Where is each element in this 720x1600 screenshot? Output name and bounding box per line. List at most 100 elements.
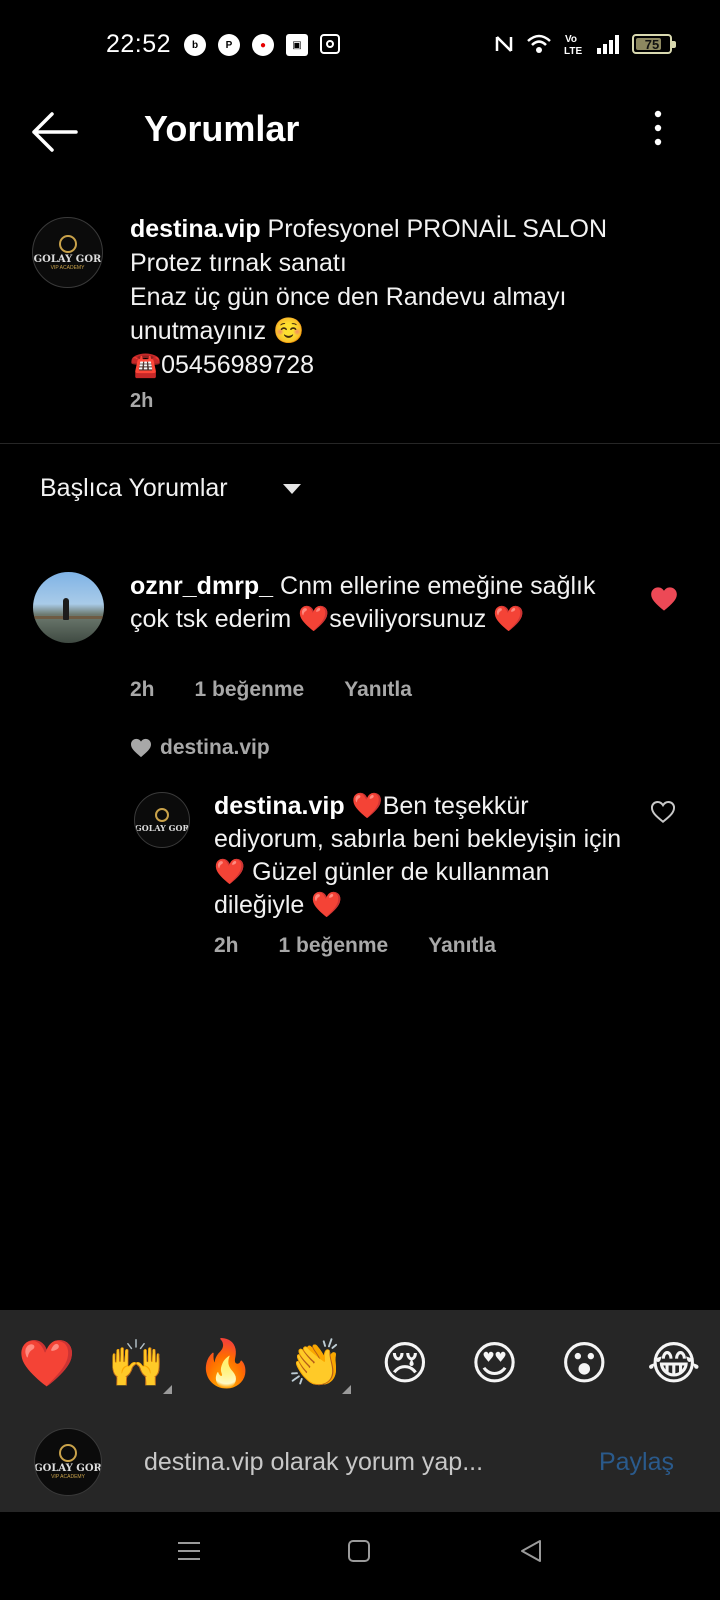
sort-dropdown[interactable]: Başlıca Yorumlar [40, 474, 301, 503]
heart-emoji: ❤️ [351, 792, 383, 820]
caret-down-icon [282, 483, 301, 494]
caption-text: destina.vip Profesyonel PRONAİL SALON Pr… [130, 212, 690, 382]
signal-icon [597, 35, 619, 54]
more-options-button[interactable] [648, 108, 668, 148]
arrow-left-icon [32, 112, 78, 152]
nfc-icon [495, 36, 513, 52]
comment-text: oznr_dmrp_ Cnm ellerine emeğine sağlık ç… [130, 570, 630, 636]
emoji-tears-of-joy[interactable]: 😂 [646, 1340, 702, 1386]
heart-outline-icon [650, 801, 676, 823]
status-app-icons: b P ● ▣ [184, 34, 340, 56]
emoji-red-heart[interactable]: ❤️ [18, 1340, 75, 1386]
comment: oznr_dmrp_ Cnm ellerine emeğine sağlık ç… [0, 564, 720, 714]
photo-figure [63, 598, 69, 620]
quick-emoji-bar: ❤️ 🙌 🔥 👏 😢 😍 😮 😂 [0, 1310, 720, 1416]
avatar-logo-subtext: VIP ACADEMY [51, 1474, 85, 1480]
emoji-raising-hands[interactable]: 🙌 [108, 1340, 172, 1394]
reply-button[interactable]: Yanıtla [344, 678, 412, 702]
logo-emblem-icon [155, 808, 169, 822]
triangle-back-icon [521, 1540, 541, 1562]
emoji-raising-hands-glyph: 🙌 [107, 1336, 165, 1390]
emoji-open-mouth[interactable]: 😮 [556, 1340, 612, 1386]
pinterest-icon: P [218, 34, 240, 56]
avatar-logo-text: GOLAY GOR [134, 823, 190, 833]
heart-emoji: ❤️ [214, 858, 246, 886]
avatar[interactable]: GOLAY GOR VIP ACADEMY [32, 217, 103, 288]
emoji-clapping-hands-glyph: 👏 [287, 1336, 345, 1390]
heart-filled-icon [131, 738, 151, 758]
reply-text: destina.vip ❤️Ben teşekkür ediyorum, sab… [214, 790, 634, 922]
comment-body-2: seviliyorsunuz [329, 605, 494, 633]
emoji-crying-face[interactable]: 😢 [377, 1340, 433, 1386]
comment-reply: GOLAY GOR destina.vip ❤️Ben teşekkür edi… [0, 790, 720, 970]
square-icon [348, 1540, 370, 1562]
reply-timestamp: 2h [214, 934, 239, 957]
status-indicators: Vo LTE 75 [494, 32, 676, 56]
logo-emblem-icon [59, 1444, 77, 1462]
caption-timestamp: 2h [130, 390, 154, 412]
avatar-logo-subtext: VIP ACADEMY [50, 264, 85, 271]
emoji-heart-eyes[interactable]: 😍 [467, 1340, 523, 1386]
skin-tone-indicator-icon [342, 1385, 352, 1394]
wifi-icon [527, 34, 551, 53]
avatar[interactable]: GOLAY GOR [134, 792, 190, 848]
share-button[interactable]: Paylaş [599, 1448, 674, 1477]
caption-line-5: ☎️05456989728 [130, 351, 315, 379]
bip-icon: b [184, 34, 206, 56]
box-icon: ▣ [286, 34, 308, 56]
status-time: 22:52 [106, 30, 172, 58]
liked-by-author: destina.vip [130, 736, 270, 760]
skin-tone-indicator-icon [162, 1385, 172, 1394]
caption-line-1: Profesyonel PRONAİL SALON [267, 215, 608, 243]
recent-apps-button[interactable] [176, 1538, 202, 1569]
page-title: Yorumlar [144, 108, 300, 149]
avatar-logo-text: GOLAY GOR [33, 253, 102, 265]
heart-emoji: ❤️ [311, 891, 343, 919]
system-nav-bar [0, 1512, 720, 1600]
caption-line-4: unutmayınız ☺️ [130, 317, 305, 345]
comment-meta: 2h 1 beğenme Yanıtla [130, 678, 412, 702]
caption-line-3: Enaz üç gün önce den Randevu almayı [130, 283, 567, 311]
caption-line-2: Protez tırnak sanatı [130, 249, 347, 277]
heart-filled-icon [651, 587, 677, 611]
battery-tip [672, 41, 676, 48]
liked-by-username: destina.vip [160, 736, 270, 759]
svg-text:Vo: Vo [565, 34, 577, 45]
comment-input[interactable] [144, 1440, 544, 1484]
likes-count-link[interactable]: 1 beğenme [195, 678, 305, 702]
emoji-clapping-hands[interactable]: 👏 [287, 1340, 352, 1394]
post-caption: GOLAY GOR VIP ACADEMY destina.vip Profes… [0, 200, 720, 444]
home-button[interactable] [346, 1538, 372, 1569]
volte-icon: VoLTE [564, 34, 582, 56]
avatar: GOLAY GOR VIP ACADEMY [34, 1428, 102, 1496]
reply-username[interactable]: destina.vip [214, 792, 345, 820]
reply-meta: 2h 1 beğenme Yanıtla [214, 934, 496, 958]
more-vertical-icon [654, 110, 662, 146]
back-nav-button[interactable] [518, 1538, 544, 1569]
comment-username[interactable]: oznr_dmrp_ [130, 572, 273, 600]
vodafone-icon: ● [252, 34, 274, 56]
battery-level: 75 [644, 36, 660, 52]
like-button[interactable] [650, 586, 678, 612]
status-bar: 22:52 b P ● ▣ Vo LTE 75 [0, 0, 720, 92]
sort-label: Başlıca Yorumlar [40, 474, 228, 502]
comment-composer: GOLAY GOR VIP ACADEMY Paylaş [0, 1416, 720, 1512]
likes-count-link[interactable]: 1 beğenme [279, 934, 389, 958]
emoji-fire[interactable]: 🔥 [197, 1340, 254, 1386]
heart-emoji: ❤️ [493, 605, 525, 633]
heart-emoji: ❤️ [298, 605, 330, 633]
avatar[interactable] [33, 572, 104, 643]
avatar-logo-text: GOLAY GOR [34, 1463, 102, 1474]
battery-icon: 75 [632, 34, 676, 54]
logo-emblem-icon [58, 234, 77, 253]
menu-icon [178, 1542, 200, 1560]
reply-body-2: Güzel günler de kullanman dileğiyle [214, 858, 550, 919]
reply-button[interactable]: Yanıtla [428, 934, 496, 958]
back-button[interactable] [30, 110, 80, 154]
header: Yorumlar [0, 92, 720, 172]
caption-username[interactable]: destina.vip [130, 215, 261, 243]
instagram-icon [320, 34, 340, 54]
svg-text:LTE: LTE [564, 46, 582, 56]
like-button[interactable] [650, 800, 678, 826]
comment-timestamp: 2h [130, 678, 155, 701]
